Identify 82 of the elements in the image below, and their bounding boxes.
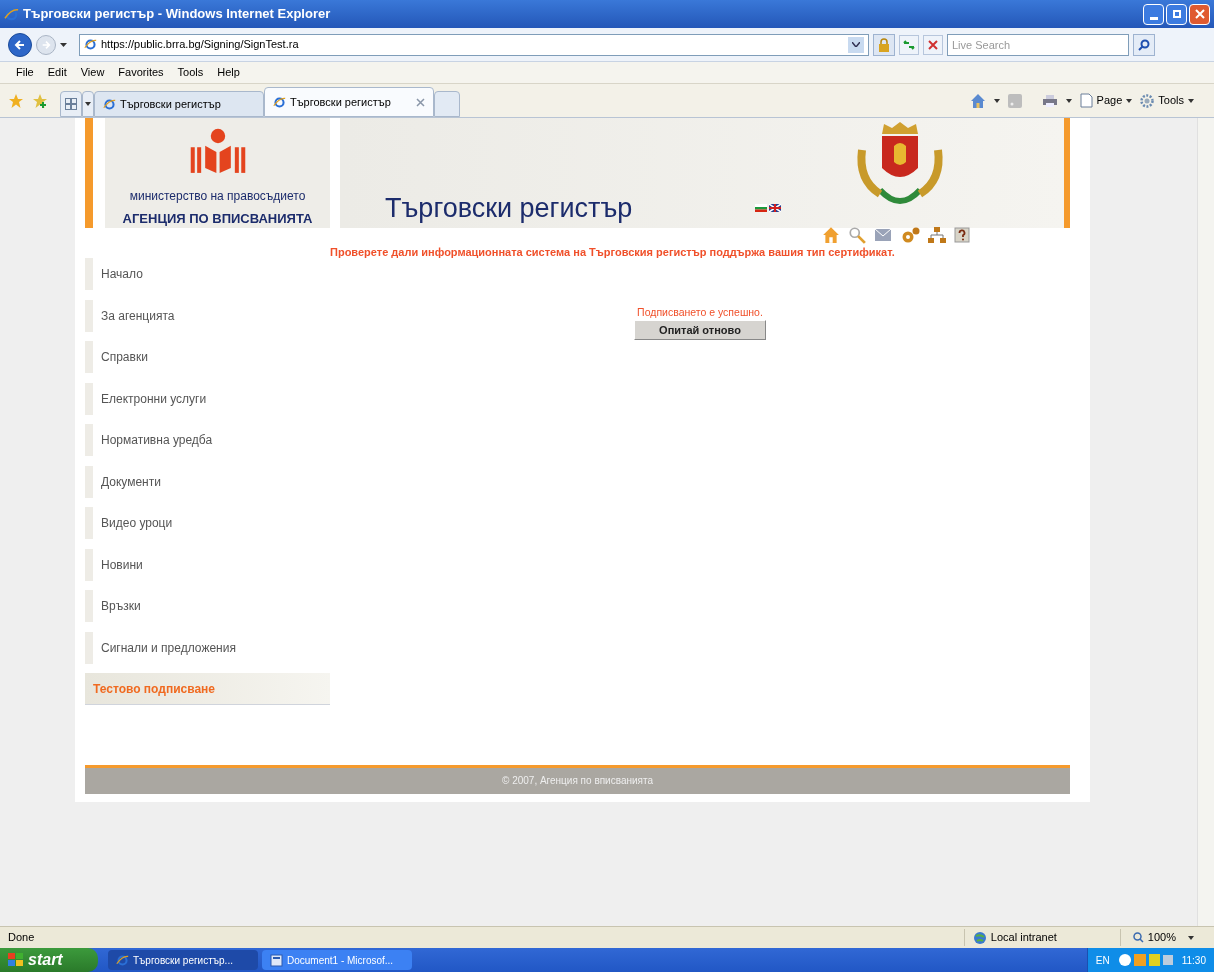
nav-item[interactable]: Начало xyxy=(85,258,330,290)
gears-icon[interactable] xyxy=(900,226,920,244)
language-indicator[interactable]: EN xyxy=(1095,952,1110,968)
document-icon xyxy=(270,953,283,967)
home-icon[interactable] xyxy=(822,226,840,244)
taskbar-button[interactable]: Document1 - Microsof... xyxy=(262,950,412,970)
tray-icons-drawing xyxy=(1117,952,1174,968)
tab-list-button[interactable] xyxy=(82,91,94,117)
command-button[interactable]: Page xyxy=(1079,92,1133,109)
stop-icon[interactable] xyxy=(923,34,943,55)
clock: 11:30 xyxy=(1181,953,1206,968)
copyright-text: © 2007, Агенция по вписванията xyxy=(502,774,653,788)
browser-tab[interactable]: Търговски регистър xyxy=(264,87,434,117)
nav-item[interactable]: Нормативна уредба xyxy=(85,424,330,456)
menu-item[interactable]: Edit xyxy=(47,64,67,81)
padlock-icon[interactable] xyxy=(873,33,895,56)
ministry-name: министерство на правосъдието xyxy=(129,187,306,205)
site-title: Търговски регистър xyxy=(385,192,633,225)
browser-tab[interactable]: Търговски регистър xyxy=(94,91,264,117)
window-title: Търговски регистър - Windows Internet Explorer xyxy=(23,5,331,24)
nav-item[interactable]: Връзки xyxy=(85,590,330,622)
help-icon[interactable] xyxy=(954,227,970,243)
command-button[interactable]: Tools xyxy=(1140,92,1194,109)
add-favorite-icon[interactable] xyxy=(32,92,48,109)
british-flag-icon[interactable] xyxy=(769,204,781,212)
minimize-button[interactable] xyxy=(1143,3,1164,25)
retry-button[interactable]: Опитай отново xyxy=(634,320,766,341)
bulgarian-flag-icon[interactable] xyxy=(755,204,767,212)
nav-item[interactable]: Справки xyxy=(85,341,330,373)
caret-icon xyxy=(85,102,91,106)
taskbar-button[interactable]: Търговски регистър... xyxy=(108,950,258,970)
restore-button[interactable] xyxy=(1166,3,1187,25)
magnifier-icon xyxy=(1132,932,1144,943)
close-button[interactable] xyxy=(1189,3,1210,25)
nav-item[interactable]: Новини xyxy=(85,548,330,581)
grid-icon xyxy=(65,98,77,110)
search-field[interactable]: Live Search xyxy=(947,33,1129,56)
refresh-icon[interactable] xyxy=(899,34,919,55)
search-icon xyxy=(1138,38,1150,51)
caret-icon xyxy=(1126,98,1133,103)
page-icon xyxy=(1079,93,1093,108)
caret-icon xyxy=(1188,98,1194,103)
print-icon[interactable] xyxy=(1041,93,1058,108)
caret-icon[interactable] xyxy=(1065,98,1072,103)
status-text: Done xyxy=(8,930,35,946)
globe-icon xyxy=(972,930,987,945)
windows-logo-icon xyxy=(8,953,24,967)
nav-item[interactable]: Сигнали и предложения xyxy=(85,631,330,664)
result-message: Подписването е успешно. xyxy=(637,304,763,320)
dropdown-caret-icon[interactable] xyxy=(848,36,864,53)
nav-item[interactable]: Електронни услуги xyxy=(85,382,330,415)
vertical-scrollbar[interactable] xyxy=(1197,118,1214,926)
menu-item[interactable]: Favorites xyxy=(118,64,164,81)
dropdown-caret-icon xyxy=(60,42,67,47)
certificate-notice: Проверете дали информационната система на Търговския регистър поддържа вашия тип сертификат. xyxy=(330,245,895,260)
nav-item[interactable]: Видео уроци xyxy=(85,507,330,539)
start-button[interactable]: start xyxy=(0,948,98,972)
caret-icon[interactable] xyxy=(993,98,1000,103)
zoom-button[interactable]: 100% xyxy=(1119,929,1206,946)
caret-icon xyxy=(1188,935,1194,940)
security-zone: Local intranet xyxy=(990,930,1057,946)
search-button[interactable] xyxy=(1133,33,1155,56)
address-field[interactable]: https://public.brra.bg/Signing/SignTest.ra xyxy=(79,33,869,56)
mail-icon[interactable] xyxy=(874,228,892,242)
sitemap-icon[interactable] xyxy=(928,227,946,243)
menu-item[interactable]: View xyxy=(80,64,105,81)
close-tab-icon[interactable] xyxy=(416,97,425,107)
nav-item[interactable]: Документи xyxy=(85,465,330,498)
nav-item[interactable]: За агенцията xyxy=(85,299,330,332)
back-arrow-icon xyxy=(14,38,26,51)
menu-item[interactable]: File xyxy=(16,64,34,81)
close-icon xyxy=(1194,9,1205,19)
favorites-star-icon[interactable] xyxy=(8,92,24,109)
gear-icon xyxy=(1140,93,1155,108)
back-button[interactable] xyxy=(8,32,32,57)
home-icon[interactable] xyxy=(969,92,986,109)
search-icon[interactable] xyxy=(848,226,866,244)
forward-button[interactable] xyxy=(36,34,56,55)
menu-item[interactable]: Tools xyxy=(177,64,204,81)
forward-arrow-icon xyxy=(41,39,51,50)
agency-name: АГЕНЦИЯ ПО ВПИСВАНИЯТА xyxy=(122,209,313,228)
menu-item[interactable]: Help xyxy=(217,64,240,81)
